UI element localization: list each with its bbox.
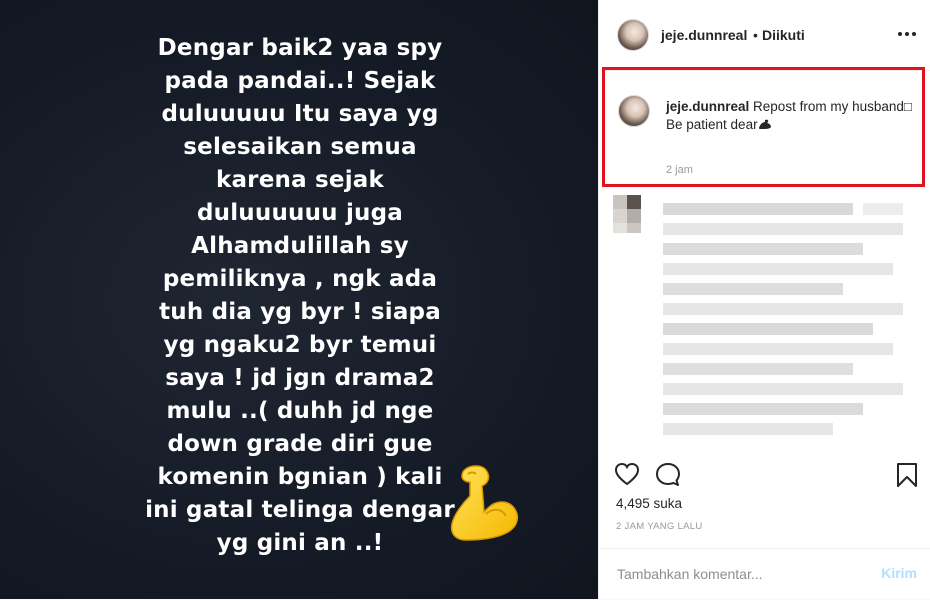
caption-username[interactable]: jeje.dunnreal: [666, 99, 749, 114]
caption-body: Repost from my husband□: [753, 99, 913, 114]
caption-line2: Be patient dear: [666, 117, 758, 132]
comment-icon[interactable]: [655, 462, 681, 488]
story-text: Dengar baik2 yaa spy pada pandai..! Seja…: [145, 35, 455, 556]
caption-time: 2 jam: [666, 164, 693, 176]
post-timestamp: 2 JAM YANG LALU: [616, 521, 703, 532]
bookmark-icon[interactable]: [896, 462, 918, 488]
more-options-icon[interactable]: [897, 26, 917, 42]
comment-input[interactable]: [615, 563, 859, 585]
avatar[interactable]: [618, 95, 650, 127]
blurred-avatar: [613, 195, 641, 233]
caption-text: jeje.dunnreal Repost from my husband□ Be…: [666, 98, 916, 134]
header-separator: •: [753, 27, 758, 43]
flexed-biceps-icon: [450, 465, 519, 541]
post-panel: jeje.dunnreal • Diikuti jeje.dunnreal Re…: [598, 0, 930, 599]
like-count[interactable]: 4,495 suka: [616, 496, 682, 511]
header-username[interactable]: jeje.dunnreal: [661, 27, 747, 43]
follow-status-button[interactable]: Diikuti: [762, 27, 805, 43]
heart-icon[interactable]: [614, 462, 640, 486]
blurred-text-lines: [663, 203, 903, 435]
post-comment-button[interactable]: Kirim: [881, 565, 917, 581]
blurred-comments: [613, 195, 903, 435]
story-image: Dengar baik2 yaa spy pada pandai..! Seja…: [0, 0, 598, 599]
avatar[interactable]: [617, 19, 649, 51]
caption-highlight: jeje.dunnreal Repost from my husband□ Be…: [602, 67, 925, 187]
add-comment-bar: Kirim: [599, 548, 930, 600]
post-header: jeje.dunnreal • Diikuti: [599, 0, 930, 71]
flexed-biceps-icon: [758, 119, 771, 129]
post-actions: 4,495 suka 2 JAM YANG LALU: [599, 450, 930, 550]
